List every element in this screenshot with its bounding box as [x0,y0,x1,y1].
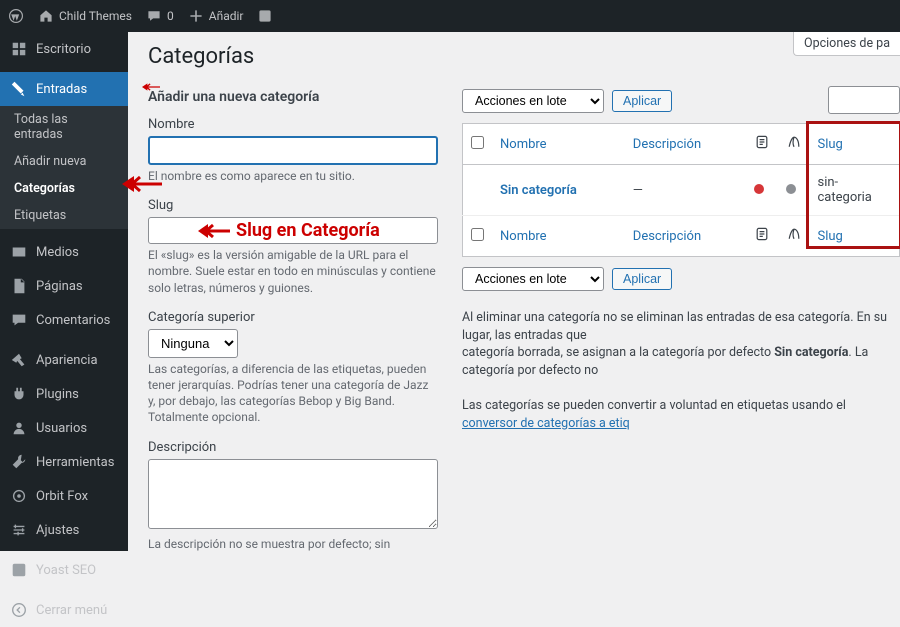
col-name[interactable]: Nombre [492,124,625,165]
add-category-form: Añadir una nueva categoría Nombre El nom… [148,89,438,551]
desc-textarea[interactable] [148,459,438,529]
page-title: Categorías [148,44,900,69]
site-link[interactable]: Child Themes [38,8,132,24]
yoast-topbar[interactable] [257,8,273,24]
add-new-link[interactable]: Añadir [188,8,244,24]
sidebar-collapse[interactable]: Cerrar menú [0,593,128,627]
sidebar-item-users[interactable]: Usuarios [0,411,128,445]
slug-label: Slug [148,198,438,213]
select-all-checkbox[interactable] [471,136,484,149]
col-desc[interactable]: Descripción [625,124,746,165]
name-help: El nombre es como aparece en tu sitio. [148,168,438,184]
bulk-action-select-bottom[interactable]: Acciones en lote [462,267,604,291]
search-box [828,86,900,114]
parent-help: Las categorías, a diferencia de las etiq… [148,361,438,426]
slug-help: El «slug» es la versión amigable de la U… [148,247,438,296]
row-name[interactable]: Sin categoría [492,165,625,216]
wp-logo[interactable] [8,8,24,24]
delete-note: Al eliminar una categoría no se eliminan… [462,309,900,379]
sidebar-item-orbitfox[interactable]: Orbit Fox [0,479,128,513]
search-input[interactable] [828,86,900,114]
converter-link[interactable]: conversor de categorías a etiq [462,416,630,431]
parent-select[interactable]: Ninguna [148,329,238,358]
row-desc: — [625,165,746,216]
row-readability [746,165,778,216]
table-row: Sin categoría — sin-categoria [463,165,900,216]
desc-help: La descripción no se muestra por defecto… [148,536,438,552]
sidebar-item-media[interactable]: Medios [0,235,128,269]
parent-label: Categoría superior [148,310,438,325]
site-name: Child Themes [59,9,132,23]
admin-topbar: Child Themes 0 Añadir [0,0,900,32]
sidebar-item-comments[interactable]: Comentarios [0,303,128,337]
categories-table: Nombre Descripción Slug Sin categoría — [462,123,900,257]
desc-label: Descripción [148,440,438,455]
name-label: Nombre [148,117,438,132]
comments-count: 0 [167,9,174,23]
apply-button-bottom[interactable]: Aplicar [612,268,672,290]
admin-sidebar: Escritorio Entradas Todas las entradas A… [0,32,128,551]
col-readability-icon[interactable] [746,124,778,165]
col-name-foot[interactable]: Nombre [492,216,625,257]
sidebar-sub-all-posts[interactable]: Todas las entradas [0,106,128,148]
col-seo-icon[interactable] [778,124,810,165]
form-heading: Añadir una nueva categoría [148,89,438,105]
posts-submenu: Todas las entradas Añadir nueva Categorí… [0,106,128,229]
apply-button[interactable]: Aplicar [612,90,672,112]
col-slug-foot[interactable]: Slug [810,216,900,257]
row-slug: sin-categoria [810,165,900,216]
name-input[interactable] [148,136,438,165]
sidebar-item-posts[interactable]: Entradas [0,72,128,106]
slug-input[interactable] [148,217,438,244]
bulk-action-select[interactable]: Acciones en lote [462,89,604,113]
col-seo-icon-foot[interactable] [778,216,810,257]
col-slug[interactable]: Slug [810,124,900,165]
sidebar-sub-add-new[interactable]: Añadir nueva [0,148,128,175]
col-desc-foot[interactable]: Descripción [625,216,746,257]
row-seo [778,165,810,216]
select-all-checkbox-bottom[interactable] [471,228,484,241]
categories-list: Acciones en lote Aplicar Nombre Descripc… [462,89,900,551]
comments-link[interactable]: 0 [146,8,174,24]
sidebar-sub-tags[interactable]: Etiquetas [0,202,128,229]
convert-note: Las categorías se pueden convertir a vol… [462,397,900,432]
sidebar-item-dashboard[interactable]: Escritorio [0,32,128,66]
sidebar-item-tools[interactable]: Herramientas [0,445,128,479]
sidebar-item-pages[interactable]: Páginas [0,269,128,303]
sidebar-item-appearance[interactable]: Apariencia [0,343,128,377]
screen-options-button[interactable]: Opciones de pa [793,32,900,56]
sidebar-sub-categories[interactable]: Categorías [0,175,128,202]
sidebar-item-yoast[interactable]: Yoast SEO [0,553,128,587]
col-readability-icon-foot[interactable] [746,216,778,257]
main-content: Opciones de pa Categorías Añadir una nue… [128,32,900,551]
sidebar-item-plugins[interactable]: Plugins [0,377,128,411]
sidebar-item-settings[interactable]: Ajustes [0,513,128,547]
add-new-label: Añadir [209,9,244,23]
